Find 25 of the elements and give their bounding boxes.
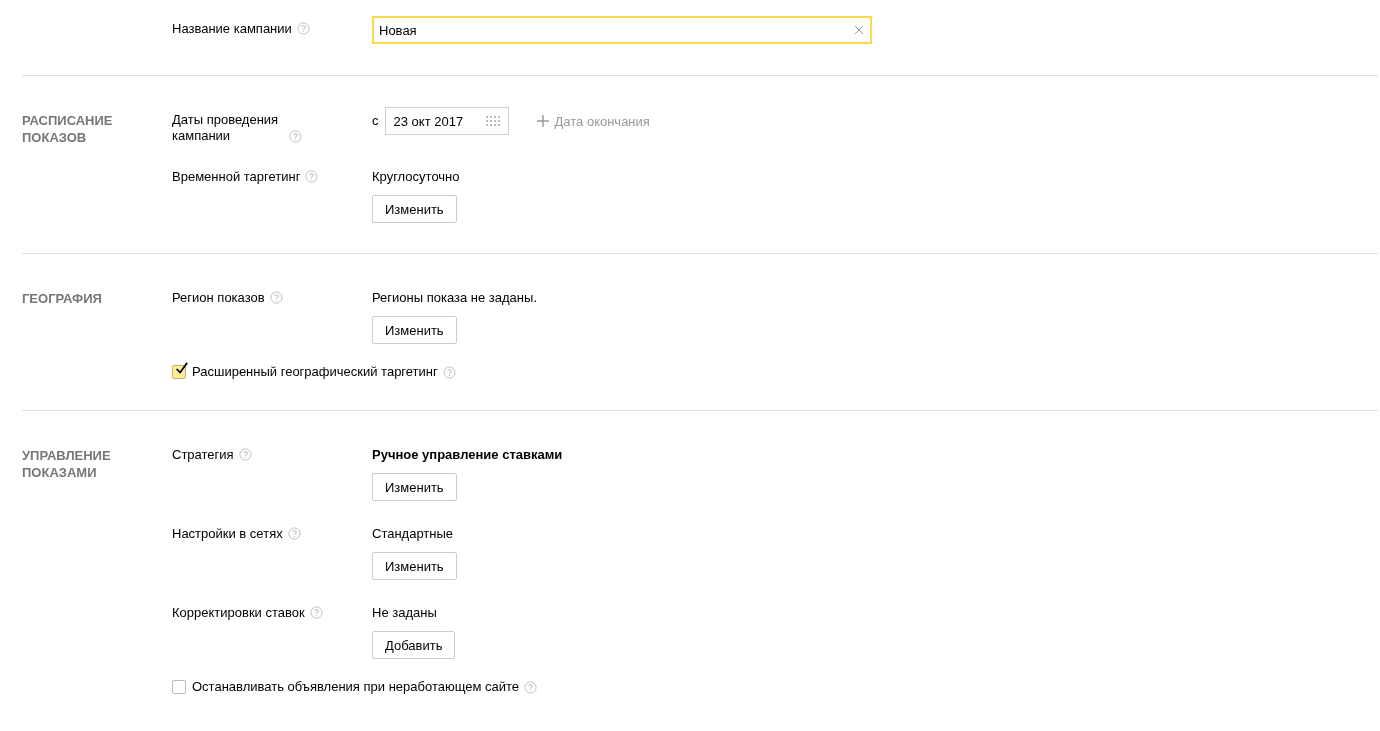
field-label: Стратегия — [172, 447, 234, 463]
date-field[interactable]: 23 окт 2017 — [384, 107, 509, 135]
campaign-name-field[interactable]: Новая — [372, 16, 872, 44]
field-value: Стандартные — [372, 526, 454, 542]
section-title: ГЕОГРАФИЯ — [22, 290, 103, 307]
checkbox-label[interactable]: Останавливать объявления при неработающем сайте — [192, 679, 520, 695]
date-prefix: с — [372, 113, 379, 129]
field-label: Корректировки ставок — [172, 605, 305, 621]
field-value: Ручное управление ставками — [372, 447, 563, 463]
field-value: Круглосуточно — [372, 169, 460, 185]
change-button[interactable]: Добавить — [372, 631, 456, 659]
field-label: Даты проведения кампании — [172, 112, 280, 144]
change-button[interactable]: Изменить — [372, 316, 457, 344]
section-title: УПРАВЛЕНИЕ ПОКАЗАМИ — [22, 447, 112, 481]
field-label: Настройки в сетях — [172, 526, 283, 542]
change-button[interactable]: Изменить — [372, 552, 457, 580]
field-value: Регионы показа не заданы. — [372, 290, 537, 306]
checkbox-label[interactable]: Расширенный географический таргетинг — [192, 364, 438, 380]
field-label: Регион показов — [172, 290, 265, 306]
field-label: Временной таргетинг — [172, 169, 301, 185]
field-value: Не заданы — [372, 605, 437, 621]
change-button[interactable]: Изменить — [372, 195, 457, 223]
change-button[interactable]: Изменить — [372, 473, 457, 501]
section-title: РАСПИСАНИЕ ПОКАЗОВ — [22, 112, 114, 146]
field-label: Название кампании — [172, 21, 292, 37]
